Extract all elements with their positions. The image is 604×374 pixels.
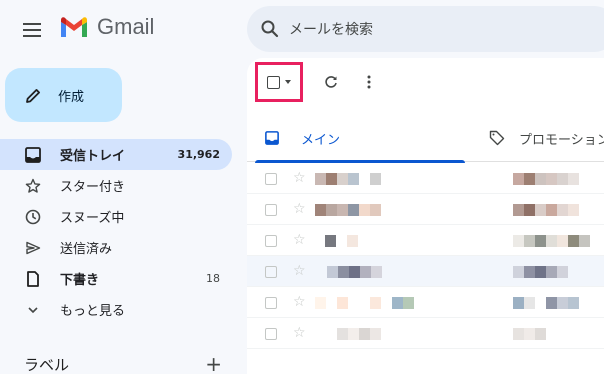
select-all-button[interactable] <box>255 62 303 102</box>
sidebar-item-label: 受信トレイ <box>60 149 126 164</box>
inbox-icon <box>24 146 42 164</box>
sidebar-nav: 受信トレイ 31,962 スター付き スヌーズ中 送信済み 下書き 18 もっと… <box>0 139 232 325</box>
tag-icon <box>489 130 505 146</box>
unread-count: 31,962 <box>177 148 220 161</box>
sidebar-item-drafts[interactable]: 下書き 18 <box>0 263 232 294</box>
compose-button[interactable]: 作成 <box>5 68 122 122</box>
search-bar[interactable]: メールを検索 <box>247 6 604 52</box>
inbox-icon <box>265 131 279 145</box>
redacted-subject <box>513 297 579 309</box>
gmail-m-icon <box>61 16 87 37</box>
gmail-logo-text: Gmail <box>97 14 155 39</box>
search-input[interactable]: メールを検索 <box>289 19 373 39</box>
email-row[interactable]: ☆ <box>247 256 604 287</box>
sidebar-item-inbox[interactable]: 受信トレイ 31,962 <box>0 139 232 170</box>
star-icon[interactable]: ☆ <box>293 170 306 186</box>
star-icon[interactable]: ☆ <box>293 263 306 279</box>
star-icon <box>24 177 42 195</box>
file-icon <box>24 270 42 288</box>
pencil-icon <box>26 88 40 103</box>
mail-list-panel: メイン プロモーション ☆ ☆ ☆ ☆ ☆ ☆ <box>247 58 604 374</box>
sidebar-item-label: スヌーズ中 <box>60 211 125 226</box>
redacted-sender <box>337 328 381 340</box>
top-bar: Gmail メールを検索 <box>0 0 604 60</box>
email-row[interactable]: ☆ <box>247 225 604 256</box>
redacted-sender <box>315 297 414 309</box>
sidebar-item-label: もっと見る <box>60 304 126 319</box>
redacted-subject <box>513 235 590 247</box>
labels-title: ラベル <box>24 355 70 374</box>
star-icon[interactable]: ☆ <box>293 232 306 248</box>
email-list: ☆ ☆ ☆ ☆ ☆ ☆ <box>247 163 604 349</box>
sidebar-item-label: 送信済み <box>60 242 113 257</box>
drafts-count: 18 <box>206 272 220 285</box>
redacted-subject <box>513 173 579 185</box>
tab-label: プロモーション <box>519 132 604 148</box>
redacted-sender <box>315 204 381 216</box>
checkbox-icon[interactable] <box>267 75 280 89</box>
redacted-sender <box>327 266 382 278</box>
sidebar-item-label: スター付き <box>60 180 126 195</box>
star-icon[interactable]: ☆ <box>293 201 306 217</box>
row-checkbox[interactable] <box>265 266 277 278</box>
sidebar-item-more[interactable]: もっと見る <box>0 294 232 325</box>
list-toolbar <box>247 58 604 110</box>
star-icon[interactable]: ☆ <box>293 294 306 310</box>
sidebar-item-starred[interactable]: スター付き <box>0 170 232 201</box>
labels-section-header: ラベル + <box>24 352 222 374</box>
clock-icon <box>24 208 42 226</box>
sidebar-item-label: 下書き <box>60 273 100 288</box>
search-icon[interactable] <box>261 20 279 38</box>
redacted-sender <box>325 235 358 247</box>
email-row[interactable]: ☆ <box>247 287 604 318</box>
row-checkbox[interactable] <box>265 235 277 247</box>
gmail-logo[interactable]: Gmail <box>59 14 154 40</box>
compose-label: 作成 <box>58 89 85 105</box>
sidebar-item-snoozed[interactable]: スヌーズ中 <box>0 201 232 232</box>
star-icon[interactable]: ☆ <box>293 325 306 341</box>
tab-label: メイン <box>301 132 341 148</box>
redacted-subject <box>513 266 568 278</box>
redacted-sender <box>315 173 381 185</box>
send-icon <box>24 239 42 257</box>
chevron-down-icon <box>24 301 42 319</box>
tab-primary[interactable]: メイン <box>247 114 465 163</box>
add-label-icon[interactable]: + <box>205 352 222 374</box>
category-tabs: メイン プロモーション <box>247 114 604 163</box>
email-row[interactable]: ☆ <box>247 163 604 194</box>
redacted-subject <box>513 204 579 216</box>
row-checkbox[interactable] <box>265 328 277 340</box>
more-vert-icon[interactable] <box>359 72 379 92</box>
row-checkbox[interactable] <box>265 204 277 216</box>
caret-down-icon[interactable] <box>285 80 291 84</box>
row-checkbox[interactable] <box>265 173 277 185</box>
sidebar-item-sent[interactable]: 送信済み <box>0 232 232 263</box>
row-checkbox[interactable] <box>265 297 277 309</box>
hamburger-menu-icon[interactable] <box>20 18 44 42</box>
email-row[interactable]: ☆ <box>247 194 604 225</box>
refresh-icon[interactable] <box>321 72 341 92</box>
email-row[interactable]: ☆ <box>247 318 604 349</box>
redacted-subject <box>513 328 546 340</box>
tab-promotions[interactable]: プロモーション <box>489 114 604 162</box>
